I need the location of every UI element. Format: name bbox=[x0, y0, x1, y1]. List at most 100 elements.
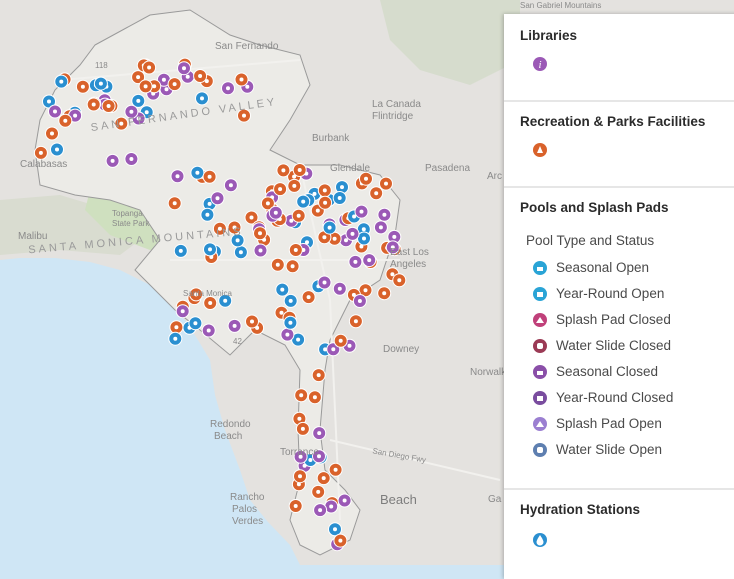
recreation-marker[interactable] bbox=[328, 462, 343, 477]
recreation-marker[interactable] bbox=[58, 113, 73, 128]
recreation-marker[interactable] bbox=[348, 314, 363, 329]
map-label-norwalk: Norwalk bbox=[470, 367, 507, 378]
library-marker[interactable] bbox=[175, 304, 190, 319]
library-marker[interactable] bbox=[201, 323, 216, 338]
library-marker[interactable] bbox=[124, 152, 139, 166]
library-marker[interactable] bbox=[337, 493, 352, 508]
library-marker[interactable] bbox=[105, 153, 120, 168]
pool-marker[interactable] bbox=[173, 243, 188, 258]
recreation-marker[interactable] bbox=[245, 314, 259, 329]
recreation-marker[interactable] bbox=[359, 171, 373, 186]
legend-label: Water Slide Closed bbox=[556, 338, 672, 353]
legend-subtitle-pool-type: Pool Type and Status bbox=[526, 233, 655, 248]
recreation-marker[interactable] bbox=[253, 226, 267, 241]
recreation-marker[interactable] bbox=[276, 163, 291, 178]
recreation-marker[interactable] bbox=[292, 163, 307, 177]
library-marker[interactable] bbox=[227, 318, 242, 333]
pool-marker[interactable] bbox=[283, 293, 298, 308]
recreation-marker[interactable] bbox=[167, 196, 182, 211]
recreation-marker[interactable] bbox=[169, 320, 184, 335]
recreation-marker[interactable] bbox=[33, 145, 48, 160]
library-marker[interactable] bbox=[377, 207, 392, 222]
library-marker[interactable] bbox=[313, 503, 328, 518]
library-marker[interactable] bbox=[48, 104, 62, 119]
recreation-marker[interactable] bbox=[333, 333, 348, 348]
library-marker[interactable] bbox=[345, 226, 360, 241]
recreation-marker[interactable] bbox=[293, 469, 307, 484]
map-label-long-beach: Beach bbox=[380, 492, 417, 507]
recreation-marker[interactable] bbox=[167, 77, 182, 92]
recreation-marker[interactable] bbox=[142, 60, 157, 75]
recreation-marker[interactable] bbox=[101, 99, 116, 113]
pool-marker[interactable] bbox=[203, 242, 217, 257]
recreation-marker[interactable] bbox=[202, 169, 217, 184]
library-marker[interactable] bbox=[348, 254, 363, 269]
recreation-marker[interactable] bbox=[86, 97, 101, 112]
library-marker[interactable] bbox=[352, 294, 367, 308]
pool-marker[interactable] bbox=[322, 220, 337, 235]
recreation-marker[interactable] bbox=[288, 243, 303, 257]
pool-marker[interactable] bbox=[54, 74, 69, 89]
library-marker[interactable] bbox=[373, 220, 388, 235]
recreation-marker[interactable] bbox=[307, 390, 322, 405]
recreation-marker[interactable] bbox=[75, 79, 90, 94]
recreation-marker[interactable] bbox=[316, 471, 331, 486]
pool-marker[interactable] bbox=[283, 315, 298, 330]
recreation-marker[interactable] bbox=[392, 273, 407, 288]
recreation-marker[interactable] bbox=[301, 290, 316, 305]
pool-marker[interactable] bbox=[296, 194, 311, 209]
pool-marker[interactable] bbox=[50, 142, 64, 157]
recreation-marker[interactable] bbox=[270, 257, 285, 272]
recreation-marker[interactable] bbox=[288, 499, 303, 513]
legend-label: Year-Round Closed bbox=[556, 390, 674, 405]
library-marker[interactable] bbox=[223, 178, 238, 193]
library-marker[interactable] bbox=[170, 169, 185, 184]
recreation-marker[interactable] bbox=[318, 195, 333, 210]
recreation-marker[interactable] bbox=[295, 421, 310, 436]
library-marker[interactable] bbox=[177, 61, 191, 76]
library-marker[interactable] bbox=[332, 281, 347, 296]
pool-marker[interactable] bbox=[233, 245, 248, 260]
recreation-marker[interactable] bbox=[333, 533, 348, 548]
recreation-marker[interactable] bbox=[379, 176, 393, 191]
map-label-east-la-1: East Los bbox=[390, 247, 429, 258]
recreation-marker[interactable] bbox=[311, 368, 326, 383]
pool-marker[interactable] bbox=[168, 331, 183, 346]
pool-marker[interactable] bbox=[200, 207, 215, 222]
recreation-marker[interactable] bbox=[45, 126, 59, 141]
year-round-open-icon bbox=[533, 287, 547, 301]
pool-marker[interactable] bbox=[195, 91, 209, 106]
pool-marker[interactable] bbox=[190, 165, 205, 180]
recreation-marker[interactable] bbox=[317, 183, 332, 198]
library-marker[interactable] bbox=[312, 426, 327, 441]
recreation-marker[interactable] bbox=[369, 186, 384, 201]
library-marker[interactable] bbox=[268, 205, 283, 220]
library-marker[interactable] bbox=[317, 275, 332, 290]
legend-label: Splash Pad Closed bbox=[556, 312, 671, 327]
recreation-marker[interactable] bbox=[273, 182, 288, 197]
pool-marker[interactable] bbox=[332, 191, 347, 205]
library-marker[interactable] bbox=[210, 191, 225, 206]
library-marker[interactable] bbox=[354, 204, 369, 219]
library-marker[interactable] bbox=[221, 81, 235, 96]
recreation-marker[interactable] bbox=[311, 484, 326, 499]
recreation-marker[interactable] bbox=[294, 388, 309, 403]
recreation-marker[interactable] bbox=[138, 79, 153, 94]
pool-marker[interactable] bbox=[188, 316, 203, 331]
map-label-ga: Ga bbox=[488, 494, 502, 505]
pool-marker[interactable] bbox=[275, 282, 290, 297]
recreation-marker[interactable] bbox=[193, 69, 208, 83]
map-label-san-fernando: San Fernando bbox=[215, 41, 279, 52]
library-icon: i bbox=[533, 57, 547, 71]
recreation-marker[interactable] bbox=[287, 178, 302, 193]
library-marker[interactable] bbox=[362, 253, 377, 268]
library-marker[interactable] bbox=[253, 243, 268, 258]
library-marker[interactable] bbox=[280, 327, 295, 342]
recreation-marker[interactable] bbox=[377, 286, 392, 301]
pool-marker[interactable] bbox=[93, 76, 108, 91]
recreation-marker[interactable] bbox=[285, 259, 300, 274]
recreation-marker[interactable] bbox=[291, 208, 306, 223]
recreation-marker[interactable] bbox=[234, 72, 249, 87]
map-label-burbank: Burbank bbox=[312, 133, 350, 144]
recreation-marker[interactable] bbox=[203, 296, 218, 310]
